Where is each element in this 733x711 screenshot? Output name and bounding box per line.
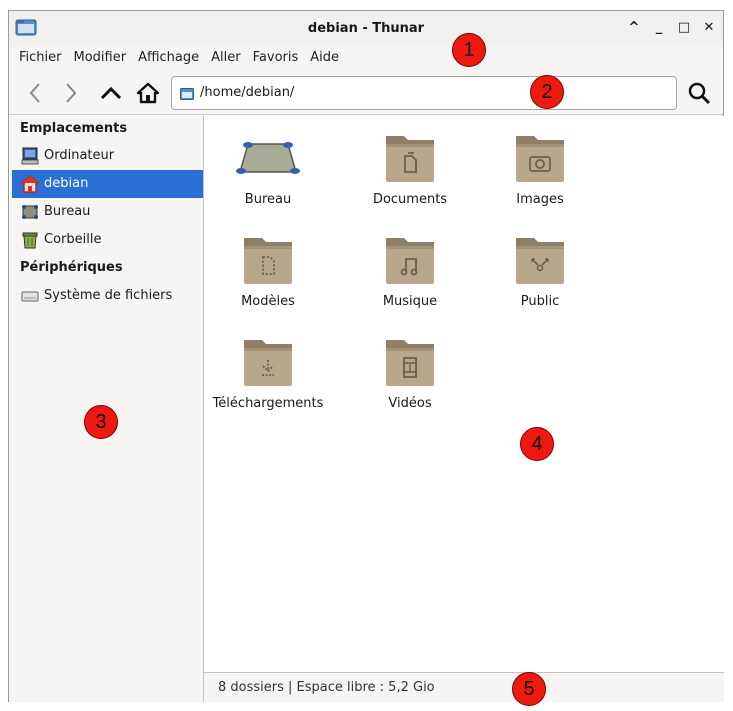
file-item-label: Musique xyxy=(382,294,438,309)
file-view[interactable]: Bureau Documents Images Modèles Musique … xyxy=(204,116,724,672)
annotation-marker-5: 5 xyxy=(512,672,546,706)
annotation-marker-1: 1 xyxy=(452,33,486,67)
forward-button[interactable] xyxy=(55,77,87,109)
sidebar-item-label: Corbeille xyxy=(44,232,102,247)
up-button[interactable] xyxy=(95,77,127,109)
public-folder-icon xyxy=(516,238,564,284)
drive-icon xyxy=(21,291,39,302)
file-item-label: Modèles xyxy=(241,294,295,309)
sidebar-item-debian[interactable]: debian xyxy=(12,170,203,198)
chevron-up-icon xyxy=(100,86,122,100)
sidebar-section-emplacements: Emplacements xyxy=(20,121,128,136)
file-item-documents[interactable]: Documents xyxy=(346,116,474,212)
file-item-label: Public xyxy=(520,294,560,309)
sidebar-item-corbeille[interactable]: Corbeille xyxy=(12,226,203,254)
location-bar[interactable]: /home/debian/ xyxy=(171,76,677,110)
search-button[interactable] xyxy=(683,77,715,109)
sidebar-section-peripheriques: Périphériques xyxy=(20,260,123,275)
templates-folder-icon xyxy=(244,238,292,284)
location-path[interactable]: /home/debian/ xyxy=(200,85,294,100)
menu-aller[interactable]: Aller xyxy=(205,47,246,69)
chevron-left-icon xyxy=(29,83,40,103)
toolbar: /home/debian/ xyxy=(9,71,723,115)
shade-button[interactable]: ^ xyxy=(626,19,642,35)
file-item-telechargements[interactable]: Téléchargements xyxy=(204,320,332,416)
search-icon xyxy=(688,82,711,105)
back-button[interactable] xyxy=(19,77,51,109)
home-button[interactable] xyxy=(132,77,164,109)
desktop-folder-icon xyxy=(236,142,300,174)
file-item-modeles[interactable]: Modèles xyxy=(204,218,332,314)
sidebar-item-label: Ordinateur xyxy=(44,148,115,163)
computer-icon xyxy=(21,147,39,165)
toolbar-separator xyxy=(9,114,723,115)
trash-icon xyxy=(22,232,38,249)
file-item-label: Bureau xyxy=(244,192,292,207)
desktop-icon xyxy=(22,205,38,219)
file-item-musique[interactable]: Musique xyxy=(346,218,474,314)
documents-folder-icon xyxy=(386,136,434,182)
statusbar: 8 dossiers | Espace libre : 5,2 Gio xyxy=(204,672,724,702)
sidebar-item-systeme-de-fichiers[interactable]: Système de fichiers xyxy=(12,282,203,310)
chevron-right-icon xyxy=(66,83,77,103)
sidebar-item-label: debian xyxy=(44,176,89,191)
videos-folder-icon xyxy=(386,340,434,386)
pictures-folder-icon xyxy=(516,136,564,182)
close-button[interactable]: ✕ xyxy=(701,19,717,35)
file-item-public[interactable]: Public xyxy=(476,218,604,314)
home-icon xyxy=(137,82,159,104)
menubar: Fichier Modifier Affichage Aller Favoris… xyxy=(9,47,723,69)
annotation-marker-3: 3 xyxy=(84,405,118,439)
sidebar-item-label: Système de fichiers xyxy=(44,288,173,303)
downloads-folder-icon xyxy=(244,340,292,386)
home-folder-icon xyxy=(21,175,39,193)
folder-icon xyxy=(180,87,194,104)
file-item-images[interactable]: Images xyxy=(476,116,604,212)
window-title: debian - Thunar xyxy=(307,21,425,36)
sidebar-item-label: Bureau xyxy=(44,204,91,219)
music-folder-icon xyxy=(386,238,434,284)
annotation-marker-2: 2 xyxy=(530,75,564,109)
menu-affichage[interactable]: Affichage xyxy=(132,47,205,69)
sidebar-item-ordinateur[interactable]: Ordinateur xyxy=(12,142,203,170)
sidebar-item-bureau[interactable]: Bureau xyxy=(12,198,203,226)
file-item-bureau[interactable]: Bureau xyxy=(204,116,332,212)
maximize-button[interactable]: □ xyxy=(676,19,692,35)
thunar-window: debian - Thunar ^ _ □ ✕ Fichier Modifier… xyxy=(8,10,724,702)
menu-favoris[interactable]: Favoris xyxy=(247,47,305,69)
status-text: 8 dossiers | Espace libre : 5,2 Gio xyxy=(218,680,435,695)
menu-aide[interactable]: Aide xyxy=(304,47,345,69)
annotation-marker-4: 4 xyxy=(520,427,554,461)
menu-fichier[interactable]: Fichier xyxy=(9,47,68,69)
file-item-videos[interactable]: Vidéos xyxy=(346,320,474,416)
menu-modifier[interactable]: Modifier xyxy=(68,47,133,69)
minimize-button[interactable]: _ xyxy=(651,19,667,35)
file-item-label: Vidéos xyxy=(388,396,432,411)
title-bar[interactable]: debian - Thunar ^ _ □ ✕ xyxy=(9,11,723,47)
file-item-label: Documents xyxy=(372,192,448,207)
file-item-label: Téléchargements xyxy=(212,396,324,411)
file-item-label: Images xyxy=(516,192,564,207)
